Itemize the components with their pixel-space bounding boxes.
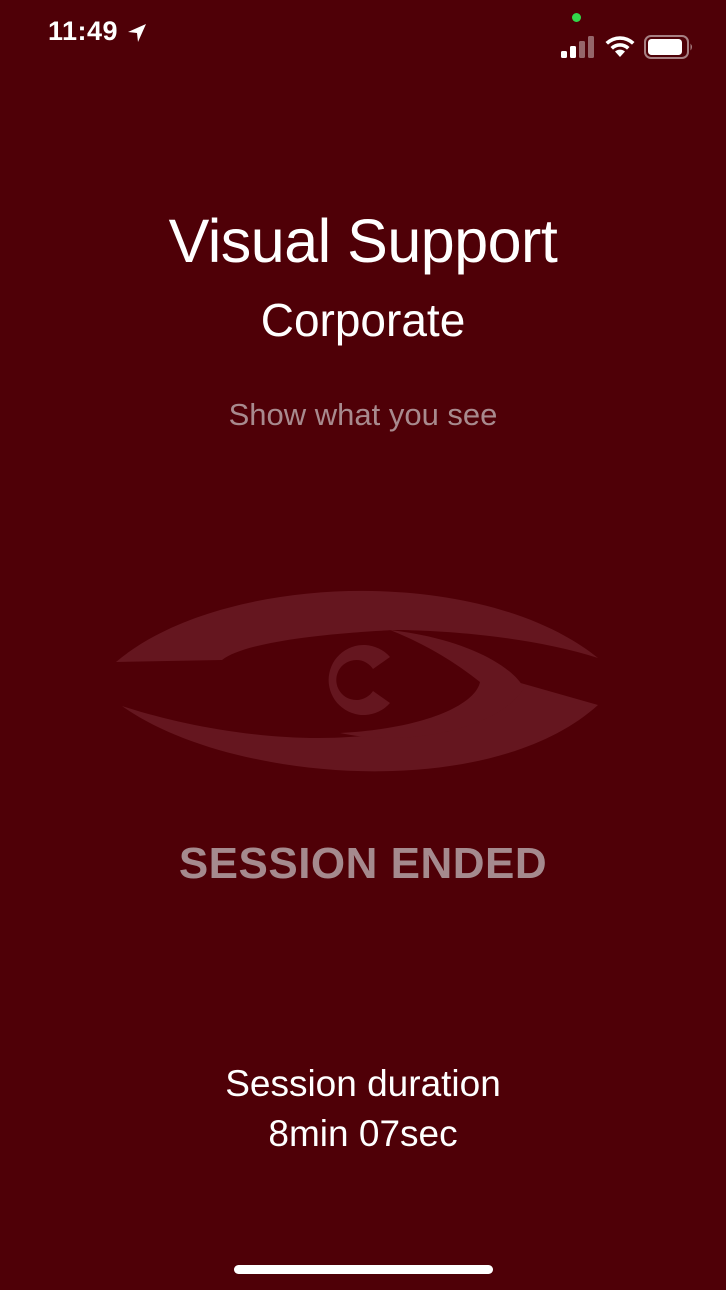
status-time: 11:49 (48, 16, 119, 46)
battery-icon (644, 35, 692, 59)
app-subtitle: Corporate (260, 294, 466, 346)
signal-icon (561, 36, 594, 58)
tagline: Show what you see (228, 397, 498, 432)
eye-logo-icon: C (116, 590, 598, 772)
session-duration-label: Session duration (225, 1063, 501, 1104)
status-bar: 11:49 (0, 0, 726, 70)
session-ended-message: SESSION ENDED (178, 839, 548, 888)
session-duration-value: 8min 07sec (268, 1113, 458, 1154)
logo-letter: C (350, 682, 357, 693)
home-indicator[interactable] (234, 1265, 493, 1274)
privacy-indicator-dot (572, 13, 581, 22)
wifi-icon (605, 36, 635, 57)
app-title: Visual Support (168, 207, 558, 275)
location-arrow-icon (128, 24, 146, 42)
